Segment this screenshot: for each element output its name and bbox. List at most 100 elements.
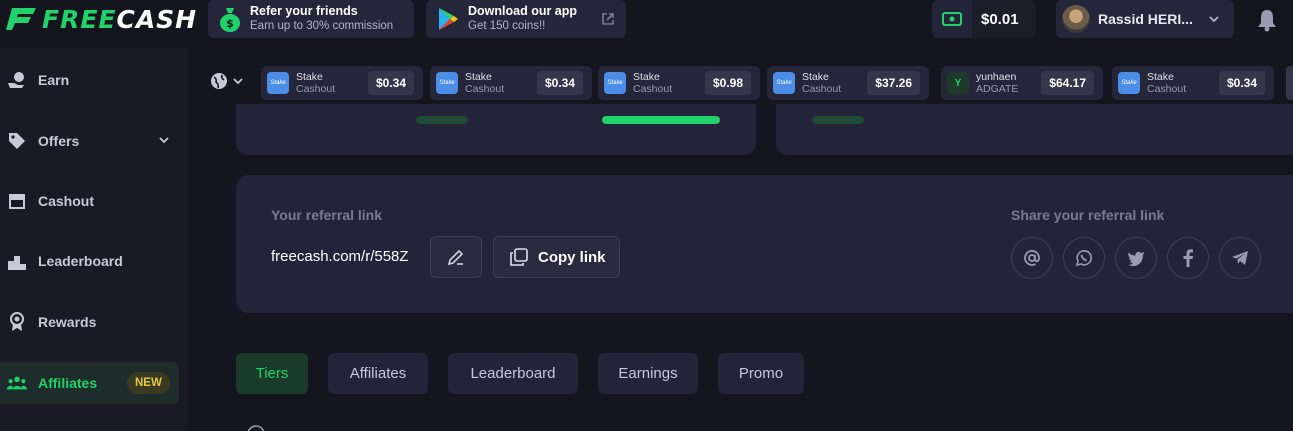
stake-logo-icon: Stake	[604, 72, 626, 94]
promo-title: Download our app	[468, 4, 578, 18]
tab-tiers[interactable]: Tiers	[236, 353, 308, 394]
live-feed-item[interactable]: Stake Stake Cashout $0.34	[1112, 66, 1274, 100]
region-selector[interactable]	[210, 72, 244, 90]
promo-title: Refer your friends	[250, 4, 358, 18]
referral-card: Your referral link freecash.com/r/558Z C…	[236, 175, 1293, 313]
user-name: Rassid HERI...	[1098, 11, 1193, 27]
tab-leaderboard[interactable]: Leaderboard	[448, 353, 578, 394]
sidebar-item-label: Offers	[38, 133, 80, 149]
promo-subtitle: Earn up to 30% commission	[250, 20, 394, 32]
sidebar-item-label: Cashout	[38, 193, 94, 209]
tab-promo[interactable]: Promo	[718, 353, 804, 394]
adgate-logo-icon: Y	[947, 72, 969, 94]
stake-logo-icon: Stake	[773, 72, 795, 94]
live-feed-item[interactable]: Stake Stake Cashout $0.34	[261, 66, 423, 100]
stat-chip	[416, 116, 468, 124]
feed-user: Stake	[465, 70, 492, 83]
new-badge: NEW	[127, 372, 170, 394]
podium-icon	[7, 251, 27, 271]
sidebar-item-label: Earn	[38, 72, 70, 88]
feed-method: Cashout	[1147, 82, 1187, 95]
copy-link-label: Copy link	[538, 248, 606, 266]
share-facebook-button[interactable]	[1167, 237, 1209, 279]
store-icon	[7, 191, 27, 211]
stats-card	[236, 104, 756, 155]
sidebar: Earn Offers Cashout Leaderboard Rewards …	[0, 48, 188, 431]
stats-card	[776, 104, 1293, 155]
sidebar-item-leaderboard[interactable]: Leaderboard	[0, 240, 188, 282]
logo-icon	[6, 8, 36, 30]
progress-pill	[602, 116, 720, 124]
twitter-icon	[1128, 251, 1144, 266]
feed-method: Cashout	[802, 82, 842, 95]
stake-logo-icon: Stake	[436, 72, 458, 94]
sidebar-item-affiliates[interactable]: Affiliates NEW	[0, 362, 179, 404]
globe-icon	[211, 73, 227, 89]
chevron-down-icon	[233, 78, 243, 85]
whatsapp-icon	[1075, 250, 1092, 267]
sidebar-item-rewards[interactable]: Rewards	[0, 301, 188, 343]
google-play-icon	[434, 5, 462, 33]
download-app-banner[interactable]: Download our app Get 150 coins!!	[426, 0, 626, 38]
live-feed-item[interactable]: Stake Stake Cashout $37.26	[767, 66, 929, 100]
edit-link-button[interactable]	[430, 236, 482, 278]
top-bar: FREECASH $ Refer your friends Earn up to…	[0, 0, 1293, 48]
avatar	[1062, 5, 1090, 33]
svg-text:$: $	[226, 17, 234, 30]
share-email-button[interactable]	[1011, 237, 1053, 279]
stake-logo-icon: Stake	[1118, 72, 1140, 94]
feed-user: Stake	[296, 70, 323, 83]
refer-friends-banner[interactable]: $ Refer your friends Earn up to 30% comm…	[208, 0, 414, 38]
share-telegram-button[interactable]	[1219, 237, 1261, 279]
copy-link-button[interactable]: Copy link	[493, 236, 620, 278]
live-feed-item[interactable]: Y yunhaen ADGATE $64.17	[941, 66, 1103, 100]
earn-icon	[7, 70, 27, 90]
sidebar-item-label: Rewards	[38, 314, 97, 330]
feed-amount: $0.34	[367, 71, 414, 95]
sidebar-item-label: Affiliates	[38, 375, 98, 391]
tag-icon	[7, 131, 27, 151]
share-title: Share your referral link	[1011, 207, 1165, 223]
feed-user: Stake	[1147, 70, 1174, 83]
user-menu[interactable]: Rassid HERI...	[1056, 0, 1234, 38]
balance-display[interactable]: $0.01	[932, 0, 1036, 38]
feed-user: Stake	[633, 70, 660, 83]
tab-affiliates[interactable]: Affiliates	[328, 353, 428, 394]
external-link-icon	[602, 13, 614, 25]
tab-earnings[interactable]: Earnings	[598, 353, 698, 394]
feed-amount: $37.26	[867, 71, 920, 95]
cash-icon	[932, 0, 972, 38]
share-twitter-button[interactable]	[1115, 237, 1157, 279]
facebook-icon	[1183, 249, 1193, 267]
pencil-icon	[447, 249, 464, 266]
medal-icon	[7, 312, 27, 332]
logo-text: FREECASH	[42, 4, 198, 34]
users-icon	[7, 373, 27, 393]
freecash-logo[interactable]: FREECASH	[6, 4, 197, 34]
feed-method: Cashout	[296, 82, 336, 95]
share-whatsapp-button[interactable]	[1063, 237, 1105, 279]
copy-icon	[510, 248, 528, 266]
sidebar-item-label: Leaderboard	[38, 253, 123, 269]
feed-user: yunhaen	[976, 70, 1017, 83]
feed-amount: $0.34	[1218, 71, 1265, 95]
feed-method: ADGATE	[976, 82, 1019, 95]
stat-chip	[812, 116, 864, 124]
bell-icon[interactable]	[1256, 8, 1278, 32]
referral-link-text[interactable]: freecash.com/r/558Z	[271, 248, 409, 265]
live-feed-item[interactable]: Stake Stake Cashout $0.34	[430, 66, 592, 100]
live-feed-bar: Stake Stake Cashout $0.34 Stake Stake Cash…	[188, 62, 1293, 104]
live-feed-item-partial	[1286, 66, 1293, 100]
sidebar-item-cashout[interactable]: Cashout	[0, 180, 188, 222]
info-icon	[247, 425, 265, 431]
stake-logo-icon: Stake	[267, 72, 289, 94]
promo-subtitle: Get 150 coins!!	[468, 20, 546, 32]
chevron-down-icon	[159, 137, 169, 144]
live-feed-item[interactable]: Stake Stake Cashout $0.98	[598, 66, 760, 100]
feed-method: Cashout	[465, 82, 505, 95]
sidebar-item-offers[interactable]: Offers	[0, 120, 188, 162]
money-bag-icon: $	[216, 5, 244, 33]
sidebar-item-earn[interactable]: Earn	[0, 59, 188, 101]
feed-method: Cashout	[633, 82, 673, 95]
at-sign-icon	[1024, 250, 1040, 266]
